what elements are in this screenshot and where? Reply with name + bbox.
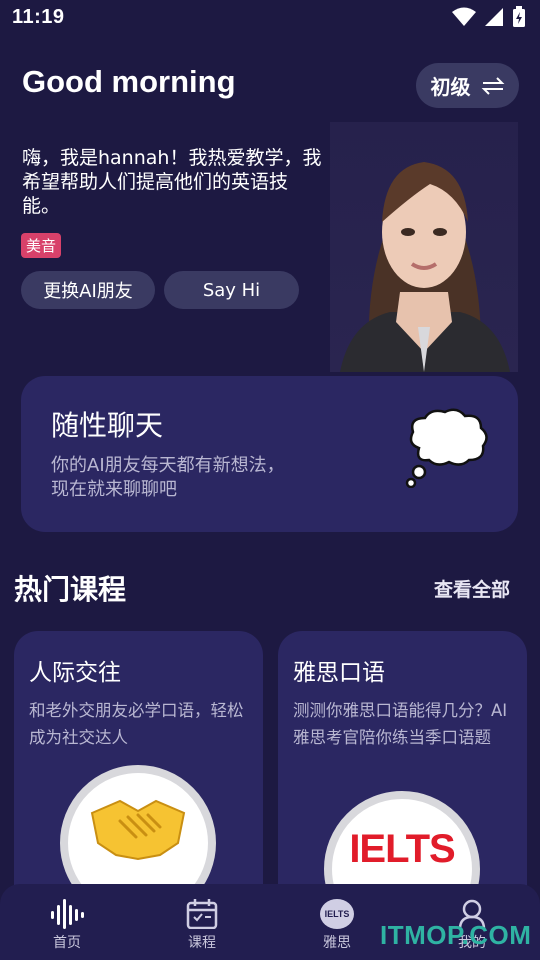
nav-label: 雅思	[323, 935, 351, 951]
say-hi-button[interactable]: Say Hi	[164, 271, 299, 309]
status-icons	[452, 6, 526, 28]
switch-ai-friend-button[interactable]: 更换AI朋友	[21, 271, 155, 309]
nav-label: 课程	[188, 935, 216, 951]
swap-arrows-icon	[481, 76, 504, 95]
status-bar: 11:19	[0, 0, 540, 36]
handshake-icon	[90, 799, 186, 861]
wifi-icon	[452, 7, 476, 26]
thought-bubble-icon	[405, 408, 488, 488]
nav-item-ielts[interactable]: IELTS 雅思	[302, 898, 372, 952]
ielts-icon: IELTS	[320, 899, 354, 929]
popular-courses-title: 热门课程	[14, 573, 127, 606]
signal-icon	[485, 8, 503, 26]
course-description: 和老外交朋友必学口语，轻松成为社交达人	[29, 701, 244, 747]
nav-label: 首页	[53, 935, 81, 951]
ielts-logo: IELTS	[349, 826, 455, 871]
nav-item-home[interactable]: 首页	[32, 898, 102, 952]
calendar-check-icon	[186, 899, 218, 929]
accent-badge: 美音	[21, 233, 62, 258]
casual-chat-card[interactable]: 随性聊天 你的AI朋友每天都有新想法，现在就来聊聊吧	[21, 376, 518, 532]
view-all-link[interactable]: 查看全部	[434, 575, 510, 602]
course-description: 测测你雅思口语能得几分？AI雅思考官陪你练当季口语题	[293, 701, 508, 747]
course-title: 人际交往	[29, 660, 121, 686]
battery-icon	[513, 6, 525, 27]
level-switch-button[interactable]: 初级	[416, 63, 519, 108]
level-label: 初级	[430, 75, 471, 99]
watermark: ITMOP.COM	[380, 920, 532, 950]
course-title: 雅思口语	[293, 660, 385, 686]
casual-chat-subtitle: 你的AI朋友每天都有新想法，现在就来聊聊吧	[51, 455, 285, 500]
greeting-title: Good morning	[22, 64, 236, 99]
status-time: 11:19	[12, 6, 65, 28]
soundwave-icon	[51, 899, 84, 929]
tutor-intro-text: 嗨，我是hannah！我热爱教学，我希望帮助人们提高他们的英语技能。	[22, 147, 322, 217]
tutor-avatar	[330, 122, 518, 372]
casual-chat-title: 随性聊天	[51, 409, 164, 442]
nav-item-courses[interactable]: 课程	[167, 898, 237, 952]
